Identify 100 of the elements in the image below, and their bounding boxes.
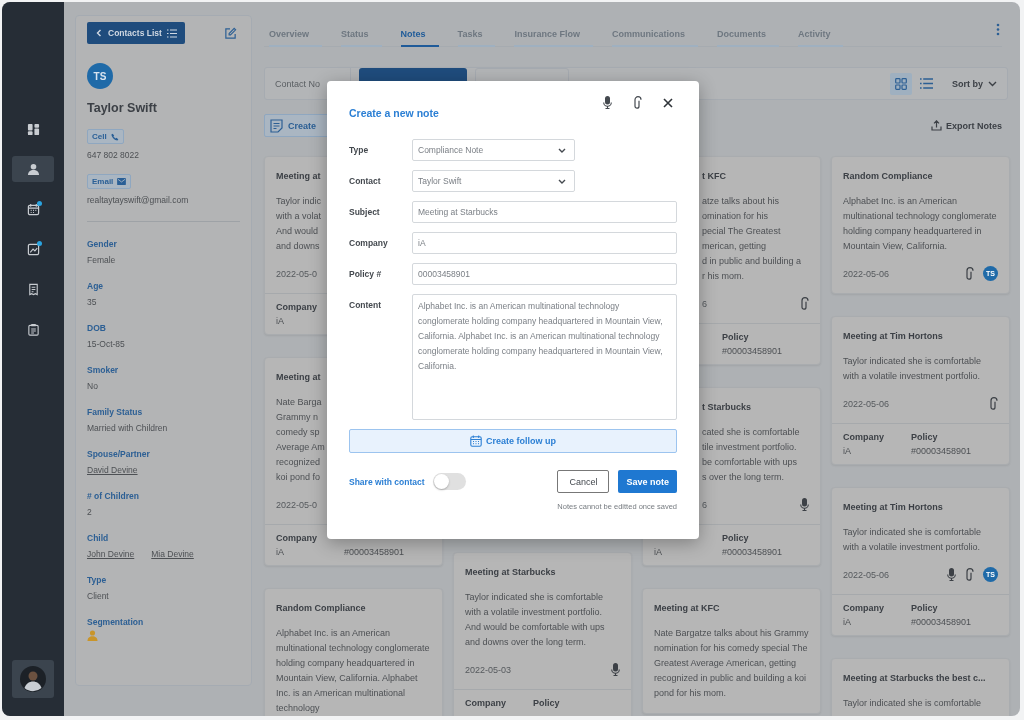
cancel-button[interactable]: Cancel: [557, 470, 610, 493]
microphone-icon[interactable]: [947, 568, 956, 581]
share-label: Share with contact: [349, 476, 425, 487]
select-field[interactable]: Compliance Note: [412, 139, 575, 161]
note-text: pecial The Greatest: [702, 225, 781, 238]
field-label: Content: [349, 299, 383, 312]
paperclip-icon[interactable]: [965, 267, 974, 280]
note-text: s over the long term.: [702, 471, 785, 484]
input-field[interactable]: 00003458901: [412, 263, 677, 285]
input-field[interactable]: Meeting at Starbucks: [412, 201, 677, 223]
note-title: Random Compliance: [843, 170, 933, 183]
phone-badge[interactable]: Cell: [87, 129, 124, 144]
sort-dropdown[interactable]: Sort by: [952, 78, 997, 89]
list-icon: [920, 78, 934, 89]
field-value: #00003458901: [911, 616, 972, 629]
note-text: merican, getting: [702, 240, 767, 253]
field-label: Family Status: [87, 406, 144, 419]
note-card[interactable]: Meeting at Tim Hortons Taylor indicated she is comfortable with a volatile investment portfolio. 2022-05-06 Company iA Policy #00003458901: [831, 316, 1010, 465]
note-date: 6: [702, 298, 707, 309]
note-card[interactable]: Random Compliance Alphabet Inc. is an American multinational technology conglomerate holding company headquartered in Mountain View, California. Alphabet Inc. is an American multinational technology: [264, 588, 443, 716]
field-value: Client: [87, 590, 109, 603]
upload-icon: [931, 120, 942, 131]
note-date: 2022-05-0: [276, 268, 318, 279]
note-text: Average Am: [276, 441, 325, 454]
contact-link[interactable]: Mia Devine: [151, 546, 194, 562]
note-date: 2022-05-03: [465, 664, 512, 675]
note-date: 6: [702, 499, 707, 510]
field-label: DOB: [87, 322, 107, 335]
field-value: 2: [87, 506, 92, 519]
field-label: Subject: [349, 206, 381, 219]
note-title: Random Compliance: [276, 602, 366, 615]
contact-link[interactable]: John Devine: [87, 546, 135, 562]
contact-name: Taylor Swift: [87, 101, 157, 115]
microphone-icon[interactable]: [611, 663, 620, 676]
note-title: Meeting at KFC: [654, 602, 720, 615]
save-button[interactable]: Save note: [618, 470, 677, 493]
paperclip-icon[interactable]: [800, 297, 809, 310]
note-title: t KFC: [702, 170, 726, 183]
field-label: Policy: [911, 602, 939, 615]
chevron-down-icon: [988, 80, 997, 87]
note-text: atze talks about his: [702, 195, 780, 208]
note-date: 2022-05-06: [843, 268, 890, 279]
note-text: Taylor indicated she is comfortable: [843, 697, 983, 710]
field-value: iA: [276, 546, 285, 559]
note-title: Meeting at Tim Hortons: [843, 501, 943, 514]
note-text: and downs: [276, 240, 320, 253]
note-title: Meeting at: [276, 170, 321, 183]
edit-icon[interactable]: [224, 26, 237, 40]
nav-button[interactable]: [12, 156, 54, 182]
note-card[interactable]: Meeting at Starbucks Taylor indicated she is comfortable with a volatile investment portfolio. And would be comfortable with ups and downs over the long term. 2022-05-03 Company Policy: [453, 552, 632, 716]
field-label: Company: [843, 602, 885, 615]
chevron-down-icon: [558, 178, 566, 184]
field-label: Smoker: [87, 364, 119, 377]
close-icon[interactable]: [663, 97, 673, 108]
note-text: Taylor indicated she is comfortable with a volatile investment portfolio.: [843, 526, 983, 554]
share-toggle[interactable]: [432, 473, 466, 490]
note-text: Alphabet Inc. is an American multinational technology conglomerate holding company headquartered in Mountain View, California. Alphabet Inc. is an American multinational technology: [276, 627, 431, 715]
note-title: Meeting at Tim Hortons: [843, 330, 943, 343]
note-text: cated she is comfortable: [702, 426, 800, 439]
field-value: #00003458901: [911, 445, 972, 458]
chart-icon: [26, 242, 40, 256]
input-field[interactable]: iA: [412, 232, 677, 254]
microphone-icon[interactable]: [800, 498, 809, 511]
note-text: Grammy n: [276, 411, 318, 424]
field-value: #00003458901: [722, 345, 783, 358]
view-toggle[interactable]: [890, 72, 912, 95]
field-label: Company: [276, 532, 318, 545]
export-button[interactable]: Export Notes: [931, 120, 1002, 131]
field-value: 15-Oct-85: [87, 338, 125, 351]
field-label: Policy #: [349, 268, 383, 281]
field-value: No: [87, 380, 98, 393]
avatar-icon: [20, 666, 46, 692]
field-label: Company: [465, 697, 507, 710]
field-label: Gender: [87, 238, 117, 251]
content-field[interactable]: Alphabet Inc. is an American multinational technology conglomerate holding company headquartered in Mountain View, California. Alphabet Inc. is an American multinational technology conglomerate holding company headquartered in Mountain View, California.: [412, 294, 677, 420]
create-follow-up-button[interactable]: Create follow up: [349, 429, 677, 453]
note-text: tile investment portfolio.: [702, 441, 797, 454]
note-text: recognized: [276, 456, 321, 469]
profile-button[interactable]: [12, 660, 54, 698]
paperclip-icon[interactable]: [965, 568, 974, 581]
email-badge[interactable]: Email: [87, 174, 132, 189]
field-label: Type: [87, 574, 108, 587]
tab[interactable]: Notes: [400, 29, 439, 47]
paperclip-icon[interactable]: [989, 397, 998, 410]
paperclip-icon[interactable]: [633, 96, 642, 109]
field-value: iA: [276, 315, 285, 328]
field-label: Spouse/Partner: [87, 448, 150, 461]
select-field[interactable]: Taylor Swift: [412, 170, 575, 192]
more-icon[interactable]: [996, 23, 1000, 36]
note-card[interactable]: Meeting at Starbucks the best c... Taylor indicated she is comfortable: [831, 658, 1010, 716]
contact-link[interactable]: David Devine: [87, 462, 138, 478]
calendar-icon: [26, 202, 40, 216]
note-text: be comfortable with ups: [702, 456, 798, 469]
contacts-list-button[interactable]: Contacts List: [87, 22, 185, 44]
email-address: realtaytayswift@gmail.com: [87, 195, 189, 205]
field-label: Policy: [722, 532, 750, 545]
microphone-icon[interactable]: [603, 96, 612, 109]
field-value: Married with Children: [87, 422, 168, 435]
note-card[interactable]: Meeting at KFC Nate Bargatze talks about his Grammy nomination for his comedy special The Greatest Average American, getting recognized in public and building a koi pond for his mom.: [642, 588, 821, 714]
field-value: #00003458901: [722, 546, 783, 559]
